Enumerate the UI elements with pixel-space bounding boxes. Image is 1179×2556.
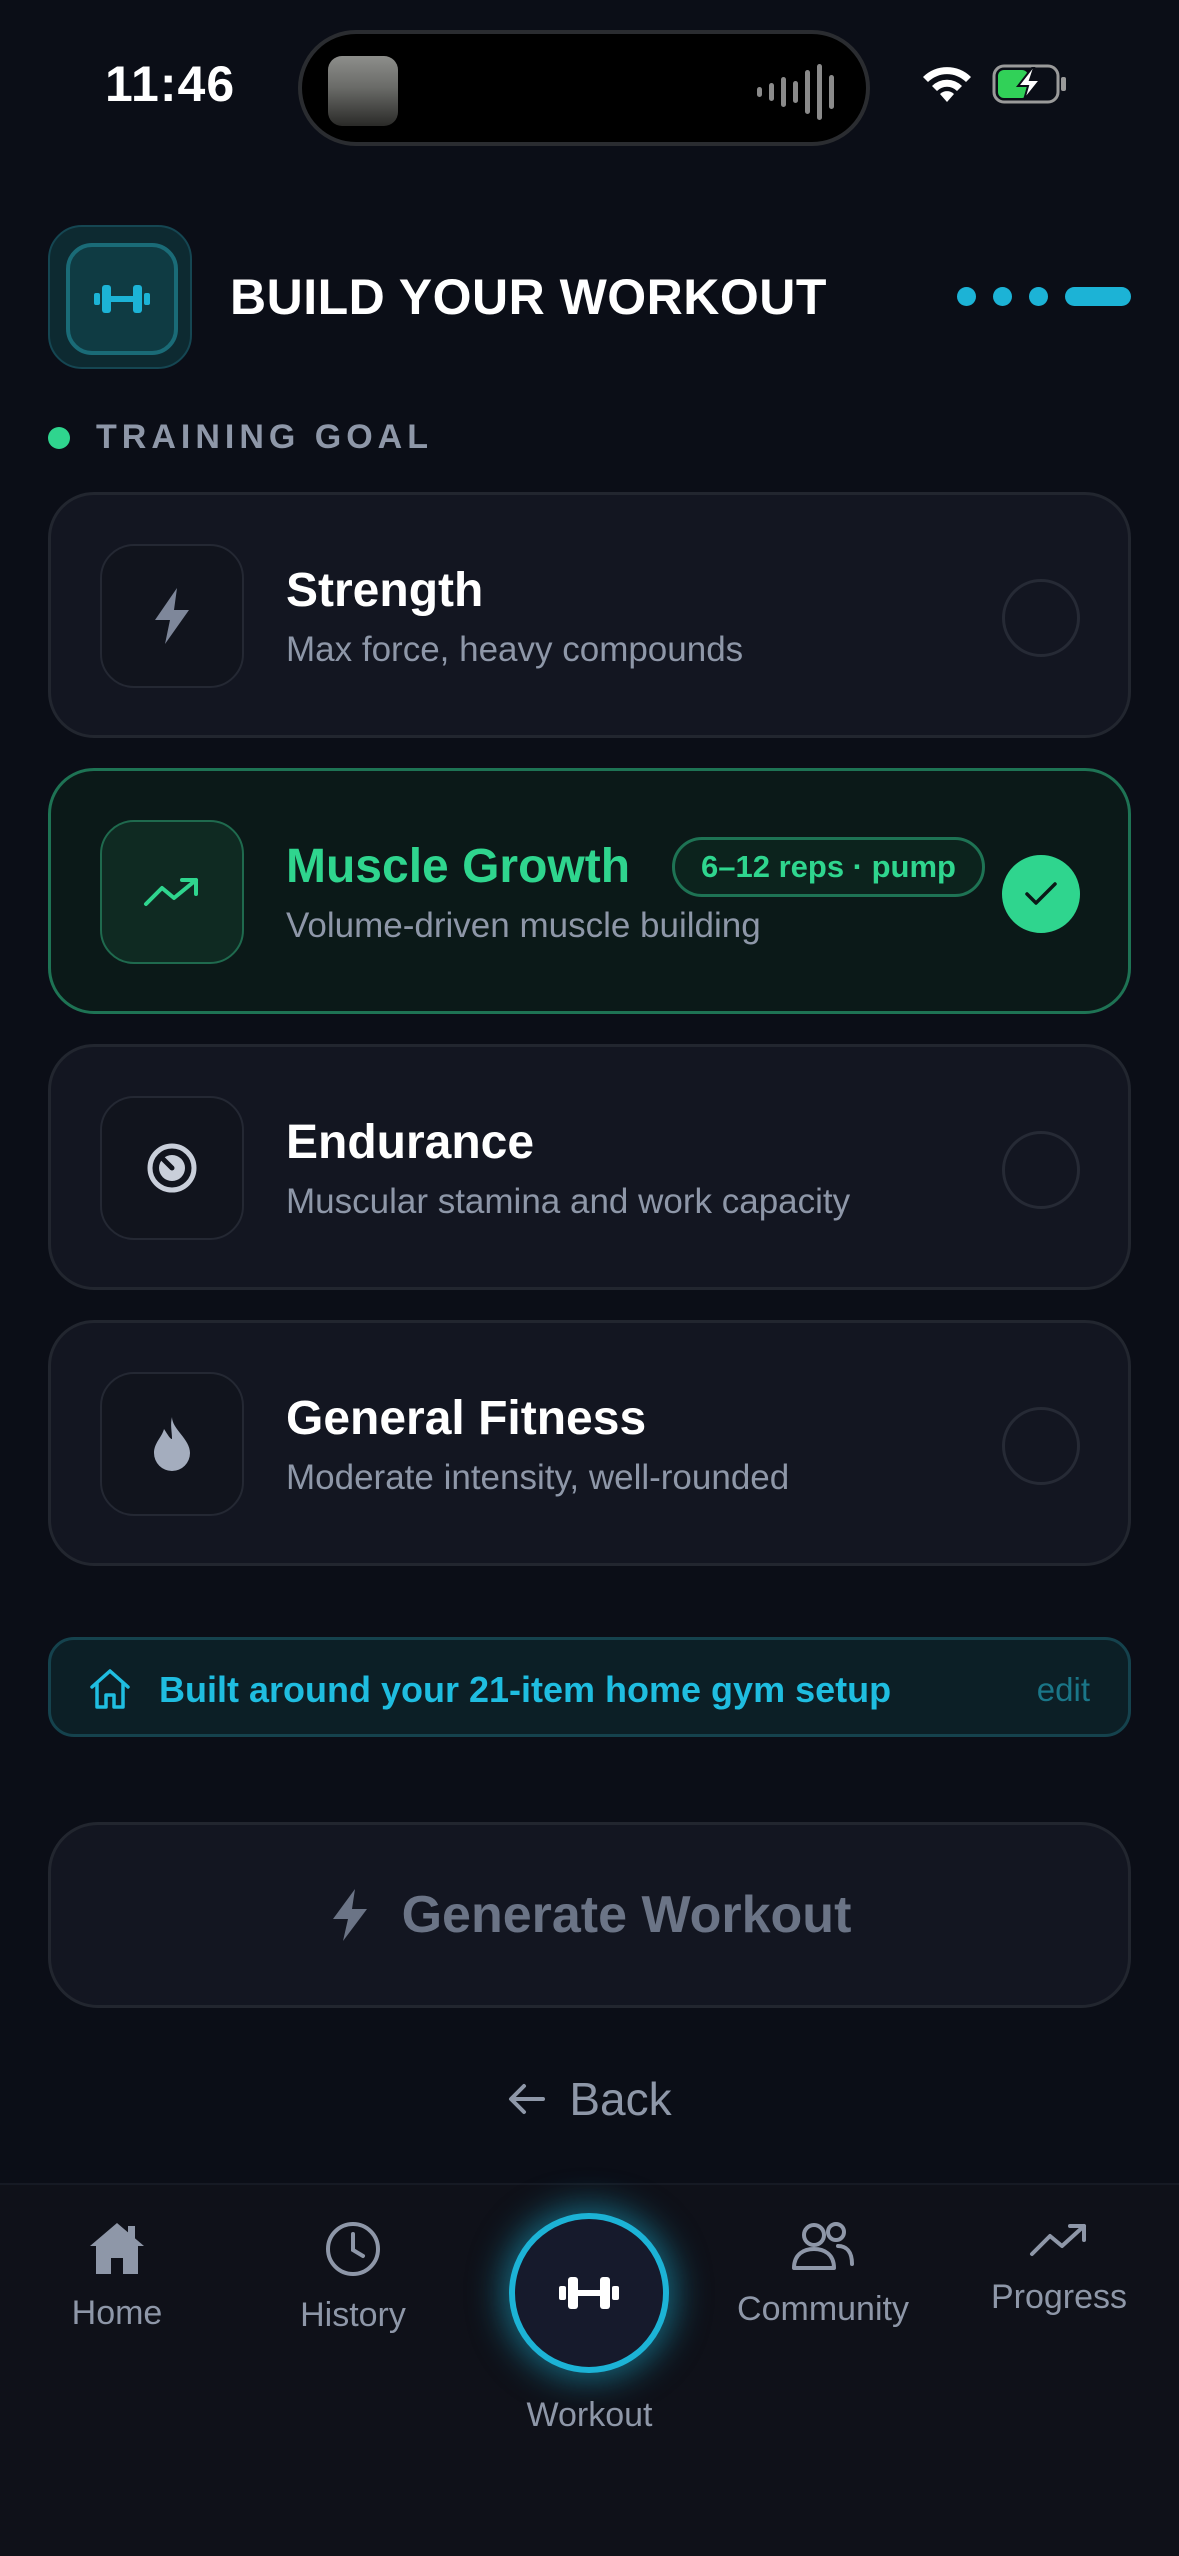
- goal-subtitle: Volume-driven muscle building: [286, 906, 761, 945]
- goal-subtitle: Max force, heavy compounds: [286, 630, 744, 669]
- lightning-icon: [155, 588, 189, 644]
- goal-radio[interactable]: [1002, 579, 1080, 657]
- tab-label: Progress: [990, 2278, 1128, 2316]
- screen: 11:46 BUILD YOUR WORKOUT TRAINING GOAL S…: [0, 0, 1179, 2556]
- dynamic-island[interactable]: [298, 30, 870, 146]
- tab-progress[interactable]: Progress: [959, 2220, 1159, 2317]
- home-icon: [90, 2223, 144, 2274]
- status-dot: [48, 426, 70, 449]
- step-dot: [993, 287, 1012, 306]
- home-icon: [90, 1669, 130, 1709]
- audio-waveform-icon: [757, 64, 834, 120]
- goal-icon-box: [100, 544, 244, 688]
- tab-label-workout: Workout: [526, 2396, 653, 2434]
- tab-label: History: [300, 2296, 406, 2334]
- goal-card-muscle-growth[interactable]: Muscle Growth 6–12 reps · pump Volume-dr…: [48, 768, 1131, 1014]
- goal-title: Endurance: [286, 1116, 535, 1169]
- arrow-left-icon: [509, 2084, 546, 2114]
- section-label-text: TRAINING GOAL: [96, 418, 433, 456]
- goal-card-general-fitness[interactable]: General Fitness Moderate intensity, well…: [48, 1320, 1131, 1566]
- home-gym-text: Built around your 21-item home gym setup: [159, 1669, 892, 1710]
- tab-label: Home: [71, 2294, 163, 2332]
- goal-radio[interactable]: [1002, 1131, 1080, 1209]
- goal-title: General Fitness: [286, 1392, 647, 1445]
- back-button[interactable]: Back: [0, 2072, 1179, 2126]
- generate-workout-button[interactable]: Generate Workout: [48, 1822, 1131, 2008]
- step-dot: [957, 287, 976, 306]
- tab-workout[interactable]: [509, 2213, 669, 2373]
- trending-up-icon: [1030, 2224, 1086, 2256]
- now-playing-thumbnail: [328, 56, 398, 126]
- home-gym-banner[interactable]: Built around your 21-item home gym setup…: [48, 1637, 1131, 1737]
- goal-icon-box: [100, 820, 244, 964]
- gauge-icon: [147, 1143, 197, 1193]
- tab-label: Community: [737, 2290, 909, 2328]
- goal-icon-box: [100, 1372, 244, 1516]
- goal-title: Muscle Growth: [286, 840, 631, 893]
- battery-charging-icon: [992, 64, 1066, 104]
- goal-card-endurance[interactable]: Endurance Muscular stamina and work capa…: [48, 1044, 1131, 1290]
- trending-up-icon: [144, 878, 198, 906]
- step-dot: [1029, 287, 1048, 306]
- flame-icon: [154, 1417, 190, 1471]
- goal-badge: 6–12 reps · pump: [672, 837, 985, 897]
- wifi-icon: [923, 67, 971, 102]
- back-label: Back: [569, 2073, 672, 2125]
- step-indicator: [957, 287, 1131, 306]
- goal-title: Strength: [286, 564, 484, 617]
- goal-subtitle: Moderate intensity, well-rounded: [286, 1458, 790, 1497]
- section-label: TRAINING GOAL: [48, 418, 433, 457]
- tab-home[interactable]: Home: [17, 2220, 217, 2333]
- people-icon: [792, 2222, 854, 2270]
- status-time: 11:46: [105, 56, 236, 112]
- clock-icon: [326, 2222, 380, 2276]
- dumbbell-icon: [94, 285, 150, 313]
- app-logo: [48, 225, 192, 369]
- dumbbell-icon: [559, 2277, 619, 2309]
- checkmark-icon: [1025, 882, 1057, 905]
- tab-history[interactable]: History: [253, 2220, 453, 2335]
- lightning-icon: [332, 1889, 367, 1941]
- goal-card-strength[interactable]: Strength Max force, heavy compounds: [48, 492, 1131, 738]
- page-title: BUILD YOUR WORKOUT: [230, 269, 827, 325]
- goal-radio-checked[interactable]: [1002, 855, 1080, 933]
- home-gym-edit-link[interactable]: edit: [1037, 1671, 1090, 1709]
- step-current: [1065, 287, 1131, 306]
- generate-workout-label: Generate Workout: [401, 1886, 852, 1944]
- goal-radio[interactable]: [1002, 1407, 1080, 1485]
- tab-community[interactable]: Community: [723, 2220, 923, 2329]
- goal-icon-box: [100, 1096, 244, 1240]
- goal-subtitle: Muscular stamina and work capacity: [286, 1182, 851, 1221]
